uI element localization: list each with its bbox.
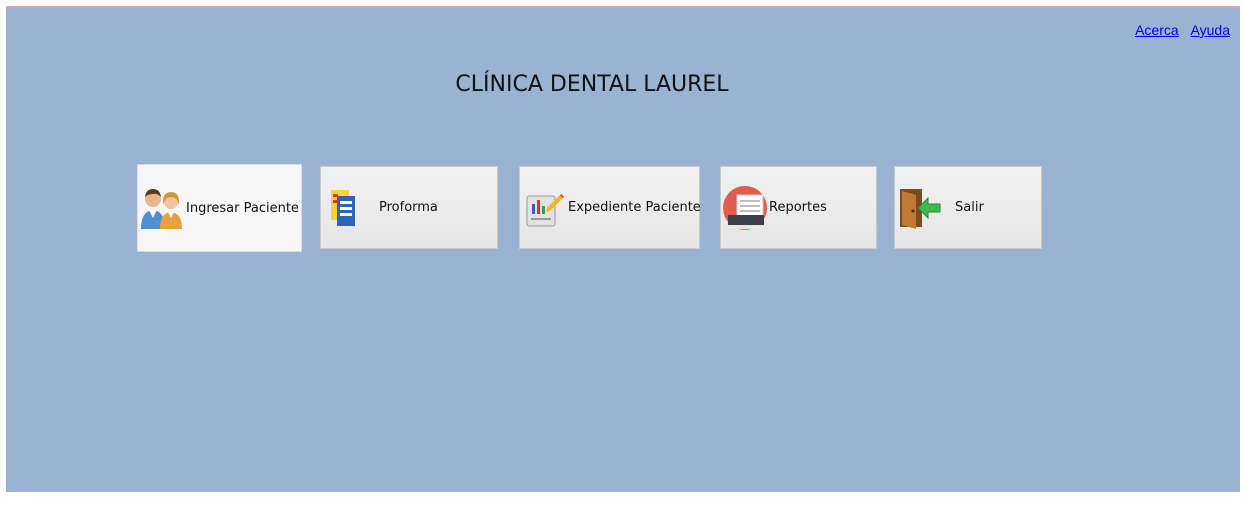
patients-icon <box>138 184 186 232</box>
proforma-label: Proforma <box>379 200 438 215</box>
expediente-paciente-button[interactable]: Expediente Paciente <box>519 166 701 249</box>
proforma-icon <box>321 184 369 232</box>
exit-door-icon <box>895 184 943 232</box>
main-window: Acerca Ayuda CLÍNICA DENTAL LAUREL Ingre… <box>6 6 1240 492</box>
about-link[interactable]: Acerca <box>1135 22 1179 38</box>
help-link[interactable]: Ayuda <box>1191 22 1230 38</box>
ingresar-paciente-label: Ingresar Paciente <box>186 200 299 216</box>
ingresar-paciente-button[interactable]: Ingresar Paciente <box>137 164 302 252</box>
page-title: CLÍNICA DENTAL LAUREL <box>455 72 729 97</box>
salir-button[interactable]: Salir <box>894 166 1042 249</box>
proforma-button[interactable]: Proforma <box>320 166 498 249</box>
top-links: Acerca Ayuda <box>1127 22 1230 38</box>
reportes-label: Reportes <box>769 200 827 215</box>
expediente-paciente-label: Expediente Paciente <box>568 200 701 215</box>
record-icon <box>520 184 568 232</box>
reports-icon <box>721 184 769 232</box>
reportes-button[interactable]: Reportes <box>720 166 877 249</box>
salir-label: Salir <box>955 200 984 215</box>
